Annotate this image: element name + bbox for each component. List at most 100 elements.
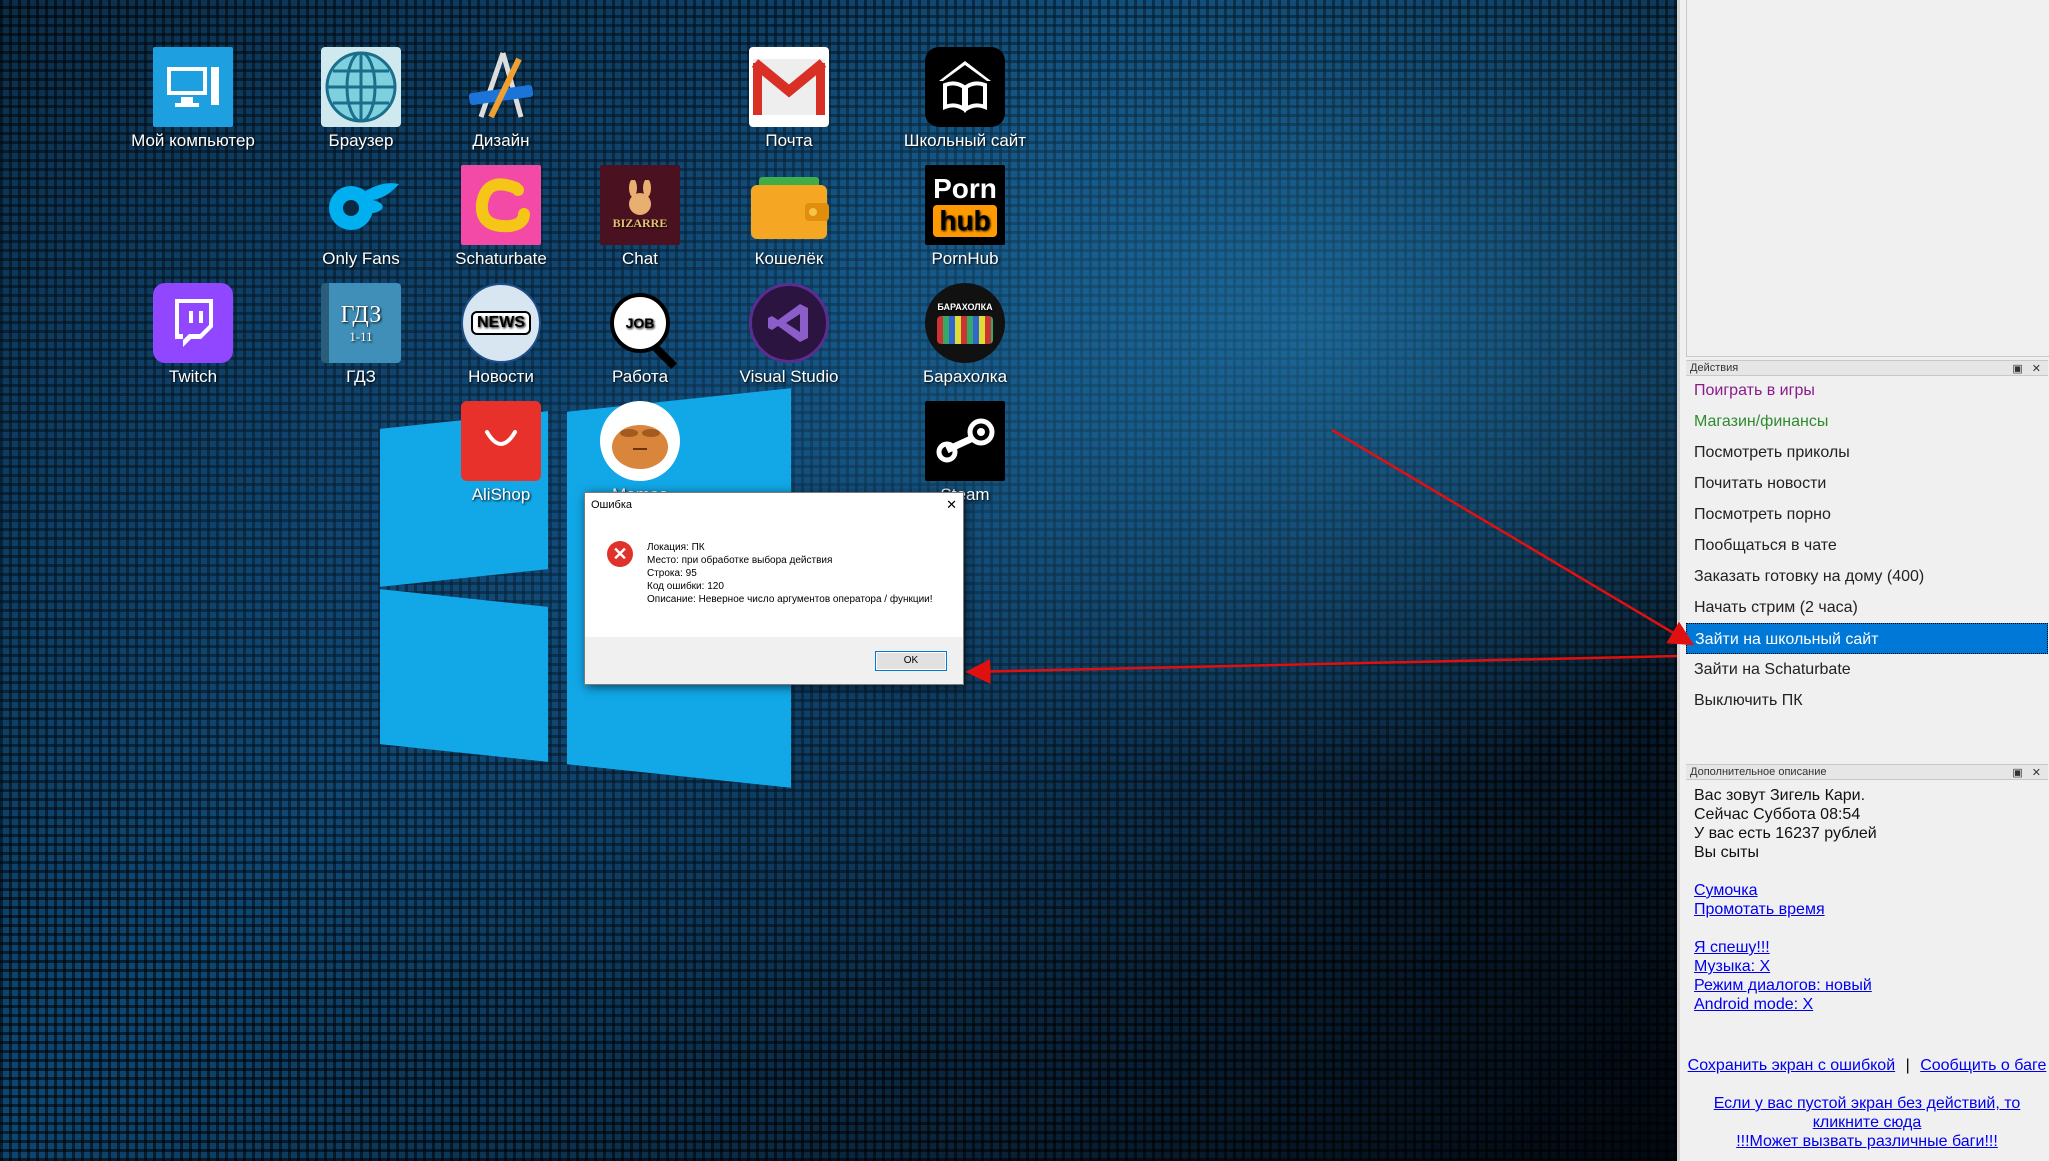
link-bag[interactable]: Сумочка [1694,882,1758,899]
dialog-body: ✕ Локация: ПК Место: при обработке выбор… [585,517,963,637]
action-item[interactable]: Посмотреть приколы [1686,437,2048,468]
link-android-mode[interactable]: Android mode: Х [1694,996,1813,1013]
error-message: Локация: ПК Место: при обработке выбора … [647,541,947,606]
desktop-icon-pornhub[interactable]: Porn hub PornHub [890,165,1040,269]
icon-label: Браузер [328,131,394,150]
mail-icon [749,47,829,127]
alishop-icon [461,401,541,481]
globe-icon [321,47,401,127]
ok-button[interactable]: OK [875,651,947,671]
desktop-icon-design[interactable]: Дизайн [426,47,576,151]
link-hurry[interactable]: Я спешу!!! [1694,939,1770,956]
bugs-warning-link[interactable]: !!!Может вызвать различные баги!!! [1736,1133,1998,1150]
side-panel: Действия ▣ ✕ Поиграть в игры Магазин/фин… [1677,0,2049,1161]
pornhub-icon: Porn hub [925,165,1005,245]
panel-window-buttons[interactable]: ▣ ✕ [2012,766,2044,779]
icon-label: Почта [765,131,813,150]
desktop-icon-job[interactable]: JOB Работа [565,283,715,387]
action-item-selected[interactable]: Зайти на школьный сайт [1686,623,2048,654]
action-item[interactable]: Начать стрим (2 часа) [1686,592,2048,623]
news-icon: NEWS [461,283,541,363]
desktop-icon-my-computer[interactable]: Мой компьютер [118,47,268,151]
desc-line: Вы сыты [1694,844,1759,861]
action-item[interactable]: Зайти на Schaturbate [1686,654,2048,685]
action-item[interactable]: Почитать новости [1686,468,2048,499]
desktop-icon-news[interactable]: NEWS Новости [426,283,576,387]
error-dialog: Ошибка ✕ ✕ Локация: ПК Место: при обрабо… [584,492,964,685]
empty-screen-note: Если у вас пустой экран без действий, то… [1686,1094,2048,1151]
desktop-icon-flea-market[interactable]: БАРАХОЛКА Барахолка [890,283,1040,387]
action-item[interactable]: Пообщаться в чате [1686,530,2048,561]
icon-label: ГДЗ [346,367,376,386]
error-line: Локация: ПК [647,542,705,553]
panel-window-buttons[interactable]: ▣ ✕ [2012,362,2044,375]
pornhub-top-text: Porn [933,173,997,204]
news-text: NEWS [471,311,531,335]
flea-text: БАРАХОЛКА [937,302,993,312]
action-item[interactable]: Заказать готовку на дому (400) [1686,561,2048,592]
desktop-icon-browser[interactable]: Браузер [286,47,436,151]
error-line: Описание: Неверное число аргументов опер… [647,594,933,605]
windows-logo-pane-bl [380,589,548,762]
desc-line: Сейчас Суббота 08:54 [1694,806,1861,823]
desktop-icon-school-site[interactable]: Школьный сайт [890,47,1040,151]
desktop-icon-mail[interactable]: Почта [714,47,864,151]
error-line: Код ошибки: 120 [647,581,724,592]
desktop-icon-wallet[interactable]: Кошелёк [714,165,864,269]
action-item[interactable]: Посмотреть порно [1686,499,2048,530]
description-text: Вас зовут Зигель Кари. Сейчас Суббота 08… [1686,786,2048,1014]
flea-market-icon: БАРАХОЛКА [925,283,1005,363]
icon-label: Twitch [168,367,218,386]
twitch-icon [153,283,233,363]
desktop-icon-gdz[interactable]: ГДЗ 1-11 ГДЗ [286,283,436,387]
icon-label: Chat [622,249,658,268]
icon-label: PornHub [931,249,999,268]
desktop-icon-steam[interactable]: Steam [890,401,1040,505]
desktop-icon-visual-studio[interactable]: Visual Studio [714,283,864,387]
icon-label: AliShop [471,485,531,504]
empty-screen-link[interactable]: Если у вас пустой экран без действий, то… [1714,1095,2021,1131]
icon-label: Visual Studio [739,367,839,386]
description-header-title: Дополнительное описание [1690,766,1827,778]
job-text: JOB [625,315,655,331]
link-dialog-mode[interactable]: Режим диалогов: новый [1694,977,1872,994]
design-tools-icon [461,47,541,127]
arrow-to-dialog [965,654,1677,684]
error-line: Строка: 95 [647,568,697,579]
pornhub-bottom-text: hub [933,205,997,237]
bizarre-text: BIZARRE [612,215,668,230]
icon-label: Schaturbate [455,249,547,268]
desktop-icon-alishop[interactable]: AliShop [426,401,576,505]
close-icon[interactable]: ✕ [946,497,957,513]
icon-label: Школьный сайт [903,131,1027,150]
description-header: Дополнительное описание ▣ ✕ [1686,764,2048,780]
dialog-title: Ошибка [591,499,632,511]
onlyfans-icon [321,165,401,245]
error-line: Место: при обработке выбора действия [647,555,833,566]
action-item[interactable]: Поиграть в игры [1686,375,2048,406]
footer-links: Сохранить экран с ошибкой | Сообщить о б… [1686,1056,2048,1075]
desktop-icon-schaturbate[interactable]: Schaturbate [426,165,576,269]
desktop-icon-chat[interactable]: BIZARRE Chat [565,165,715,269]
icon-label: Мой компьютер [131,131,255,150]
job-search-icon: JOB [600,283,680,370]
actions-header: Действия ▣ ✕ [1686,360,2048,376]
dialog-titlebar: Ошибка ✕ [585,493,963,517]
action-item[interactable]: Магазин/финансы [1686,406,2048,437]
steam-icon [925,401,1005,481]
desc-line: Вас зовут Зигель Кари. [1694,787,1866,804]
save-screen-link[interactable]: Сохранить экран с ошибкой [1688,1057,1896,1074]
icon-label: Новости [468,367,534,386]
image-area [1686,0,2049,357]
icon-label: Кошелёк [754,249,824,268]
icon-label: Only Fans [322,249,400,268]
link-skip-time[interactable]: Промотать время [1694,901,1825,918]
wallet-icon [749,165,829,245]
link-music[interactable]: Музыка: Х [1694,958,1770,975]
action-item[interactable]: Выключить ПК [1686,685,2048,716]
desktop-icon-memes[interactable]: Memes [565,401,715,505]
schaturbate-icon [461,165,541,245]
report-bug-link[interactable]: Сообщить о баге [1920,1057,2046,1074]
desktop-icon-twitch[interactable]: Twitch [118,283,268,387]
desktop-icon-only-fans[interactable]: Only Fans [286,165,436,269]
